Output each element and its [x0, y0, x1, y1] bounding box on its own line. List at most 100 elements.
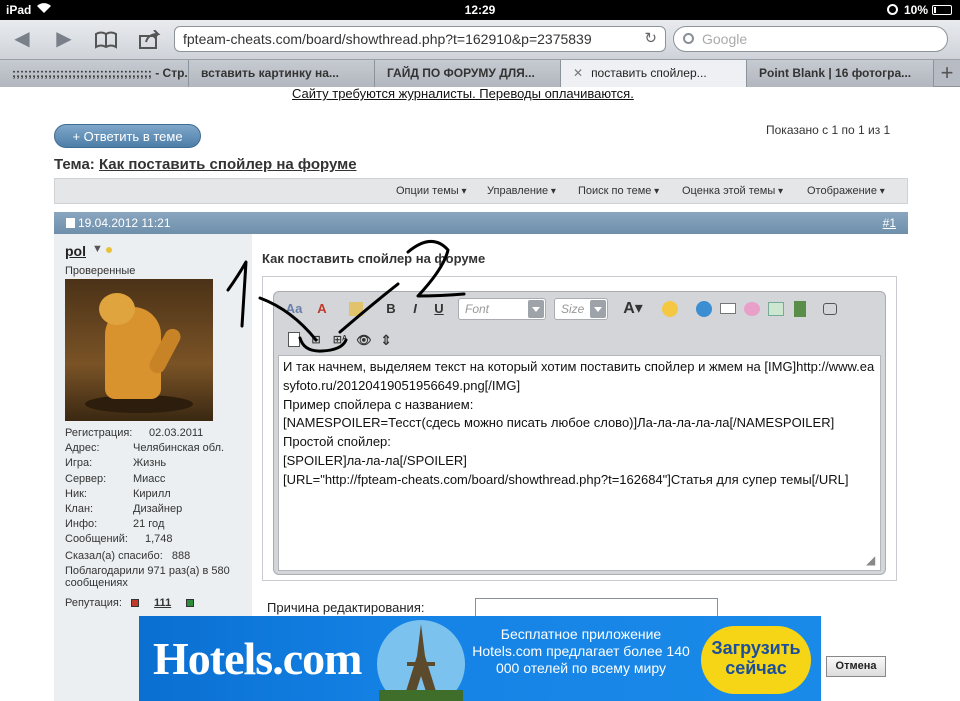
tab-label: ГАЙД ПО ФОРУМУ ДЛЯ... — [387, 66, 535, 80]
font-select[interactable]: Font — [458, 298, 546, 320]
size-select-label: Size — [561, 302, 585, 316]
topic-title-link[interactable]: Как поставить спойлер на форуме — [99, 156, 357, 173]
reputation: Репутация: 111 — [65, 597, 200, 609]
size-select[interactable]: Size — [554, 298, 608, 320]
image-icon[interactable] — [740, 298, 764, 320]
recruit-banner-link[interactable]: Сайту требуются журналисты. Переводы опл… — [292, 86, 634, 101]
tab-3[interactable]: ГАЙД ПО ФОРУМУ ДЛЯ... — [375, 60, 561, 87]
info-value: Кирилл — [133, 487, 171, 500]
info-value: 02.03.2011 — [149, 427, 204, 439]
url-text: fpteam-cheats.com/board/showthread.php?t… — [183, 31, 592, 47]
tab-label: поставить спойлер... — [591, 66, 707, 80]
reputation-value[interactable]: 111 — [154, 597, 171, 609]
menu-thread-options[interactable]: Опции темы — [396, 185, 466, 197]
thanks-received: Поблагодарили 971 раз(а) в 580 сообщения… — [65, 565, 230, 589]
menu-search-thread[interactable]: Поиск по теме — [578, 185, 659, 197]
info-row: Клан: Дизайнер — [65, 503, 245, 518]
resize-toggle-icon[interactable]: ⇕ — [374, 329, 398, 351]
back-icon[interactable]: ◀ — [8, 26, 36, 52]
info-row: Сообщений: 1,748 — [65, 533, 245, 548]
results-count: Показано с 1 по 1 из 1 — [766, 123, 891, 137]
hotels-ad-banner[interactable]: Hotels.com Бесплатное приложение Hotels.… — [139, 616, 821, 701]
remove-format-icon[interactable]: Aa — [282, 298, 306, 320]
ad-text: Бесплатное приложение Hotels.com предлаг… — [472, 626, 690, 676]
menu-moderation[interactable]: Управление — [487, 185, 556, 197]
tab-2[interactable]: вставить картинку на... — [189, 60, 375, 87]
new-tab-button[interactable]: + — [934, 60, 960, 87]
video-icon[interactable] — [788, 298, 812, 320]
tab-1[interactable]: ;;;;;;;;;;;;;;;;;;;;;;;;;;;;;;;;;;; - Ст… — [0, 60, 189, 87]
post-number-link[interactable]: #1 — [883, 212, 896, 234]
close-tab-icon[interactable]: ✕ — [573, 66, 583, 80]
info-key: Клан: — [65, 502, 94, 515]
post-header: 19.04.2012 11:21 #1 — [54, 212, 908, 234]
search-field[interactable]: Google — [673, 26, 948, 52]
link-globe-icon[interactable] — [692, 298, 716, 320]
bold-button[interactable]: B — [379, 298, 403, 320]
address-bar[interactable]: fpteam-cheats.com/board/showthread.php?t… — [174, 26, 666, 52]
tab-5[interactable]: Point Blank | 16 фотогра... — [747, 60, 934, 87]
info-key: Инфо: — [65, 518, 98, 531]
cancel-button[interactable]: Отмена — [826, 656, 886, 677]
spoiler-button[interactable]: ⊞ — [304, 329, 328, 351]
battery-status: 10% — [886, 3, 952, 17]
info-row: Регистрация: 02.03.2011 — [65, 427, 245, 442]
menu-rate-thread[interactable]: Оценка этой темы — [682, 185, 783, 197]
font-select-label: Font — [465, 302, 490, 316]
eiffel-tower-image — [377, 620, 465, 701]
resize-grip-icon[interactable]: ◢ — [866, 553, 875, 567]
info-value: 1,748 — [145, 533, 173, 546]
search-placeholder: Google — [702, 31, 748, 47]
browser-toolbar: ◀ ▶ fpteam-cheats.com/board/showthread.p… — [0, 20, 960, 60]
message-editor[interactable]: И так начнем, выделяем текст на который … — [278, 355, 881, 571]
topic-label: Тема: — [54, 156, 95, 173]
forward-icon[interactable]: ▶ — [50, 26, 78, 52]
menu-display[interactable]: Отображение — [807, 185, 885, 197]
info-key: Адрес: — [65, 442, 100, 455]
font-color-icon[interactable]: A — [310, 298, 334, 320]
info-key: Регистрация: — [65, 427, 133, 439]
reputation-down-icon[interactable] — [130, 599, 139, 607]
reputation-up-icon[interactable] — [186, 599, 195, 607]
source-mode-icon[interactable] — [282, 329, 306, 351]
hide-icon[interactable]: 👁 — [352, 329, 376, 351]
online-status-icon — [106, 247, 112, 253]
bookmarks-icon[interactable] — [92, 26, 120, 52]
tab-label: ;;;;;;;;;;;;;;;;;;;;;;;;;;;;;;;;;;; - Ст… — [12, 66, 189, 80]
reply-button[interactable]: + Ответить в теме — [54, 124, 201, 148]
user-role: Проверенные — [65, 265, 136, 277]
info-key: Ник: — [65, 487, 87, 500]
rotation-lock-icon — [886, 4, 898, 15]
status-bar: iPad 12:29 10% — [0, 0, 960, 20]
info-row: Адрес: Челябинская обл. — [65, 442, 245, 457]
underline-button[interactable]: U — [427, 298, 451, 320]
info-key: Сервер: — [65, 472, 107, 485]
italic-button[interactable]: I — [403, 298, 427, 320]
clock: 12:29 — [464, 3, 496, 17]
insert-image-icon[interactable] — [764, 298, 788, 320]
info-row: Инфо: 21 год — [65, 518, 245, 533]
thread-menu-bar: Опции темы Управление Поиск по теме Оцен… — [54, 178, 908, 204]
share-icon[interactable] — [136, 26, 164, 52]
username-link[interactable]: pol — [65, 243, 86, 259]
tab-4-active[interactable]: ✕ поставить спойлер... — [561, 60, 747, 87]
reload-icon[interactable]: ↻ — [644, 27, 657, 51]
user-menu-caret-icon[interactable]: ▼ — [92, 243, 103, 255]
info-row: Ник: Кирилл — [65, 488, 245, 503]
post-date-text: 19.04.2012 11:21 — [78, 216, 171, 230]
named-spoiler-button[interactable]: ⊞ᴬ — [328, 329, 352, 351]
info-key: Игра: — [65, 457, 93, 470]
paste-icon[interactable] — [344, 298, 368, 320]
quote-icon[interactable] — [818, 298, 842, 320]
tab-bar: ;;;;;;;;;;;;;;;;;;;;;;;;;;;;;;;;;;; - Ст… — [0, 60, 960, 87]
search-icon — [683, 33, 694, 44]
smiley-icon[interactable] — [658, 298, 682, 320]
info-value: Челябинская обл. — [133, 442, 225, 455]
post-icon — [66, 218, 75, 228]
text-color-dropdown-icon[interactable]: A▾ — [616, 298, 650, 320]
ad-download-button[interactable]: Загрузить сейчас — [701, 626, 811, 694]
user-avatar[interactable] — [65, 279, 213, 421]
info-key: Сообщений: — [65, 533, 128, 546]
ad-logo: Hotels.com — [153, 633, 362, 684]
email-icon[interactable] — [716, 298, 740, 320]
